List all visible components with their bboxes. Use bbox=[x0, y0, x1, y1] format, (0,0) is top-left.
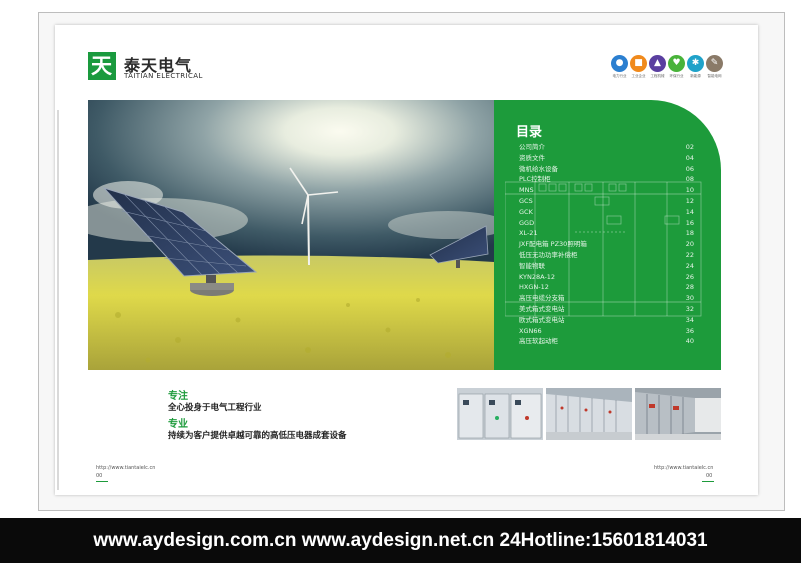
toc-item-label: GCS bbox=[519, 196, 533, 205]
toc-item: 高压电缆分支箱 30 bbox=[519, 293, 694, 304]
switchgear-photo bbox=[457, 388, 543, 440]
logo-mark: 天 bbox=[91, 54, 112, 78]
switchgear-photo bbox=[546, 388, 632, 440]
toc-item-label: 高压电缆分支箱 bbox=[519, 294, 565, 303]
toc-item: XL-21 18 bbox=[519, 228, 694, 239]
footer-rule-left bbox=[96, 481, 108, 482]
toc-item-page: 02 bbox=[685, 143, 694, 151]
toc-item-page: 24 bbox=[685, 261, 694, 270]
building-icon: ▲ 工程机械 bbox=[649, 55, 666, 78]
switchgear-photo-strip bbox=[457, 388, 721, 440]
toc-item-label: 公司简介 bbox=[519, 143, 545, 151]
brand-name-en: TAITIAN ELECTRICAL bbox=[124, 72, 203, 80]
toc-item-page: 26 bbox=[685, 272, 694, 281]
footer-url-right: http://www.tiantaielc.cn bbox=[654, 465, 714, 471]
brand-logo: 天 bbox=[88, 52, 116, 80]
toc-item-label: XL-21 bbox=[519, 229, 538, 238]
footer-page-right: 00 bbox=[706, 473, 713, 479]
toc-item-page: 28 bbox=[685, 283, 694, 292]
toc-item-page: 12 bbox=[685, 196, 694, 205]
toc-item: 美式箱式变电站 32 bbox=[519, 304, 694, 315]
factory-icon: ■ 工业企业 bbox=[630, 55, 647, 78]
leaf-icon: ♥ 环保行业 bbox=[668, 55, 685, 78]
toc-item: JXF配电箱 PZ30照明箱 20 bbox=[519, 239, 694, 250]
toc-item-label: 美式箱式变电站 bbox=[519, 304, 565, 313]
toc-item-page: 20 bbox=[685, 240, 694, 249]
toc-item-page: 06 bbox=[685, 164, 694, 173]
pencil-icon: ✎ 智能电网 bbox=[706, 55, 723, 78]
toc-item: KYN28A-12 26 bbox=[519, 272, 694, 283]
toc-item-page: 40 bbox=[685, 337, 694, 346]
toc-item-page: 22 bbox=[685, 250, 694, 259]
footer-rule-right bbox=[702, 481, 714, 482]
toc-item-label: JXF配电箱 PZ30照明箱 bbox=[519, 240, 587, 249]
toc-title: 目录 bbox=[516, 125, 543, 140]
watermark-banner: www.aydesign.com.cn www.aydesign.net.cn … bbox=[0, 518, 801, 563]
toc-item-page: 04 bbox=[685, 153, 694, 162]
switchgear-photo bbox=[635, 388, 721, 440]
toc-item: 资质文件 04 bbox=[519, 153, 694, 164]
toc-item: GCS 12 bbox=[519, 196, 694, 207]
tagline-text-professional: 持续为客户提供卓越可靠的高低压电器成套设备 bbox=[168, 431, 347, 441]
toc-item-page: 18 bbox=[685, 229, 694, 238]
toc-item-label: MNS bbox=[519, 186, 534, 195]
toc-item-label: 智能物联 bbox=[519, 261, 545, 270]
industry-caption: 智能电网 bbox=[707, 74, 722, 78]
toc-item-page: 30 bbox=[685, 294, 694, 303]
toc-item: HXGN-12 28 bbox=[519, 282, 694, 293]
toc-item-page: 08 bbox=[685, 175, 694, 184]
banner-text: www.aydesign.com.cn www.aydesign.net.cn … bbox=[93, 530, 708, 551]
tagline-heading-professional: 专业 bbox=[168, 419, 188, 430]
footer-page-left: 00 bbox=[96, 473, 103, 479]
toc-item-page: 32 bbox=[685, 304, 694, 313]
toc-item-label: KYN28A-12 bbox=[519, 272, 556, 281]
toc-item: MNS 10 bbox=[519, 185, 694, 196]
toc-item-label: 欧式箱式变电站 bbox=[519, 315, 565, 324]
toc-item: 欧式箱式变电站 34 bbox=[519, 315, 694, 326]
toc-item: 低压无功功率补偿柜 22 bbox=[519, 250, 694, 261]
industry-icon-row: ● 电力行业 ■ 工业企业 ▲ 工程机械 ♥ 环保行业 ✱ 新能源 ✎ 智能电网 bbox=[611, 55, 723, 85]
toc-item-page: 10 bbox=[685, 186, 694, 195]
toc-item: 微机给水设备 06 bbox=[519, 164, 694, 175]
toc-item: GGD 16 bbox=[519, 218, 694, 229]
page-gutter bbox=[57, 110, 59, 490]
toc-item: 智能物联 24 bbox=[519, 261, 694, 272]
toc-item-page: 16 bbox=[685, 218, 694, 227]
tagline-heading-focus: 专注 bbox=[168, 391, 188, 402]
toc-item-label: PLC控制柜 bbox=[519, 175, 551, 184]
footer-url-left: http://www.tiantaielc.cn bbox=[96, 465, 156, 471]
toc-item: GCK 14 bbox=[519, 207, 694, 218]
toc-item-label: 资质文件 bbox=[519, 153, 545, 162]
toc-item-label: GCK bbox=[519, 207, 533, 216]
toc-item: 高压软起动柜 40 bbox=[519, 336, 694, 347]
toc-item: 公司简介 02 bbox=[519, 142, 694, 153]
toc-item-label: HXGN-12 bbox=[519, 283, 549, 292]
toc-item-page: 36 bbox=[685, 326, 694, 335]
toc-item-label: 微机给水设备 bbox=[519, 164, 558, 173]
toc-item-label: GGD bbox=[519, 218, 535, 227]
toc-item: PLC控制柜 08 bbox=[519, 174, 694, 185]
toc-list: 公司简介 02 资质文件 04 微机给水设备 06 PLC控制柜 08 MNS 10 GC… bbox=[519, 142, 694, 347]
toc-item-page: 34 bbox=[685, 315, 694, 324]
lightbulb-icon: ● 电力行业 bbox=[611, 55, 628, 78]
toc-item-label: 低压无功功率补偿柜 bbox=[519, 250, 578, 259]
solar-field-photo bbox=[88, 100, 494, 370]
toc-item-label: XGN66 bbox=[519, 326, 542, 335]
tagline-text-focus: 全心投身于电气工程行业 bbox=[168, 403, 262, 413]
wind-turbine-icon: ✱ 新能源 bbox=[687, 55, 704, 78]
toc-item-page: 14 bbox=[685, 207, 694, 216]
toc-item-label: 高压软起动柜 bbox=[519, 337, 558, 346]
toc-item: XGN66 36 bbox=[519, 326, 694, 337]
